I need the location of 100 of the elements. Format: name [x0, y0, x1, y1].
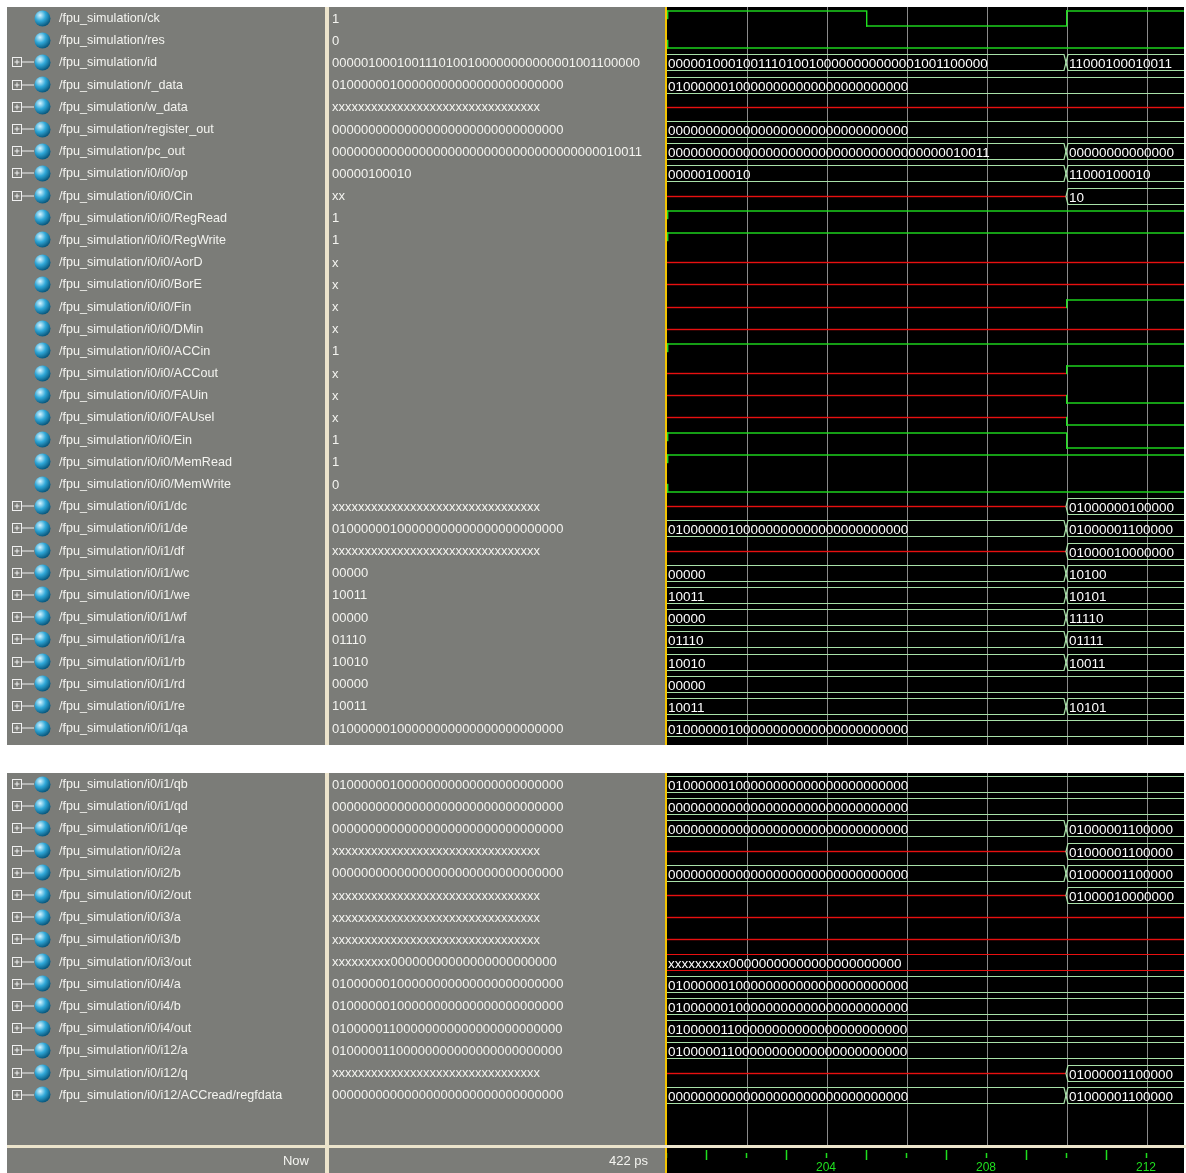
signal-name[interactable]: /fpu_simulation/i0/i1/rd: [59, 676, 185, 691]
expand-icon[interactable]: [12, 100, 34, 113]
expand-icon[interactable]: [12, 677, 34, 690]
signal-name[interactable]: /fpu_simulation/i0/i0/FAUin: [59, 388, 209, 403]
bus-value: 10011: [668, 699, 705, 715]
signal-name[interactable]: /fpu_simulation/i0/i0/RegWrite: [59, 232, 227, 247]
signal-name[interactable]: /fpu_simulation/pc_out: [59, 144, 186, 159]
signal-name[interactable]: /fpu_simulation/i0/i0/AorD: [59, 255, 203, 270]
signal-value: 00000000000000000000000000000000: [332, 865, 564, 881]
signal-name[interactable]: /fpu_simulation/i0/i3/b: [59, 932, 181, 947]
signal-name[interactable]: /fpu_simulation/i0/i1/df: [59, 543, 185, 558]
signal-icon: [34, 497, 51, 515]
signal-value: 0: [332, 32, 340, 48]
expand-icon[interactable]: [12, 844, 34, 857]
expand-icon[interactable]: [12, 889, 34, 902]
signal-name[interactable]: /fpu_simulation/i0/i1/dc: [59, 499, 188, 514]
signal-name[interactable]: /fpu_simulation/i0/i0/Fin: [59, 299, 192, 314]
signal-name[interactable]: /fpu_simulation/i0/i1/qe: [59, 821, 188, 836]
signal-icon: [34, 9, 51, 27]
signal-icon: [34, 819, 51, 837]
expand-icon[interactable]: [12, 1088, 34, 1101]
expand-icon[interactable]: [12, 822, 34, 835]
signal-icon: [34, 797, 51, 815]
signal-name[interactable]: /fpu_simulation/i0/i1/ra: [59, 632, 185, 647]
expand-icon[interactable]: [12, 145, 34, 158]
signal-name[interactable]: /fpu_simulation/i0/i1/re: [59, 698, 185, 713]
signal-name[interactable]: /fpu_simulation/i0/i12/ACCread/regfdata: [59, 1087, 283, 1102]
expand-icon[interactable]: [12, 977, 34, 990]
signal-icon: [34, 298, 51, 316]
signal-value: 1: [332, 232, 340, 248]
expand-icon[interactable]: [12, 933, 34, 946]
signal-name[interactable]: /fpu_simulation/i0/i0/RegRead: [59, 210, 228, 225]
expand-icon[interactable]: [12, 588, 34, 601]
signal-name[interactable]: /fpu_simulation/i0/i1/qa: [59, 721, 188, 736]
signal-name[interactable]: /fpu_simulation/i0/i1/de: [59, 521, 188, 536]
signal-name[interactable]: /fpu_simulation/i0/i2/out: [59, 888, 192, 903]
time-label: 212: [1136, 1160, 1156, 1173]
expand-icon[interactable]: [12, 999, 34, 1012]
expand-icon[interactable]: [12, 522, 34, 535]
signal-name[interactable]: /fpu_simulation/ck: [59, 11, 160, 26]
expand-icon[interactable]: [12, 633, 34, 646]
signal-name[interactable]: /fpu_simulation/i0/i4/a: [59, 976, 181, 991]
expand-icon[interactable]: [12, 500, 34, 513]
signal-name[interactable]: /fpu_simulation/i0/i1/rb: [59, 654, 185, 669]
bus-value: 01000001100000: [1069, 521, 1174, 537]
expand-icon[interactable]: [12, 611, 34, 624]
signal-name[interactable]: /fpu_simulation/i0/i0/FAUsel: [59, 410, 215, 425]
signal-icon: [34, 209, 51, 227]
signal-name[interactable]: /fpu_simulation/res: [59, 33, 165, 48]
bus-value: 0000010001001110100100000000000001001100000: [668, 55, 988, 71]
signal-icon: [34, 231, 51, 249]
expand-icon[interactable]: [12, 167, 34, 180]
signal-name[interactable]: /fpu_simulation/i0/i1/wf: [59, 610, 187, 625]
signal-name[interactable]: /fpu_simulation/w_data: [59, 99, 188, 114]
bus-value: 00000100010: [668, 166, 751, 182]
signal-name[interactable]: /fpu_simulation/i0/i4/b: [59, 998, 181, 1013]
signal-name[interactable]: /fpu_simulation/i0/i12/q: [59, 1065, 188, 1080]
expand-icon[interactable]: [12, 1044, 34, 1057]
signal-name[interactable]: /fpu_simulation/i0/i2/b: [59, 865, 181, 880]
expand-icon[interactable]: [12, 722, 34, 735]
signal-name[interactable]: /fpu_simulation/i0/i3/out: [59, 954, 192, 969]
signal-name[interactable]: /fpu_simulation/i0/i2/a: [59, 843, 181, 858]
signal-name[interactable]: /fpu_simulation/i0/i3/a: [59, 910, 181, 925]
expand-icon[interactable]: [12, 123, 34, 136]
signal-name[interactable]: /fpu_simulation/id: [59, 55, 157, 70]
expand-icon[interactable]: [12, 544, 34, 557]
expand-icon[interactable]: [12, 866, 34, 879]
signal-name[interactable]: /fpu_simulation/i0/i0/ACCout: [59, 366, 218, 381]
expand-icon[interactable]: [12, 655, 34, 668]
signal-name[interactable]: /fpu_simulation/i0/i0/ACCin: [59, 343, 211, 358]
expand-icon[interactable]: [12, 78, 34, 91]
expand-icon[interactable]: [12, 911, 34, 924]
signal-name[interactable]: /fpu_simulation/i0/i1/qd: [59, 799, 188, 814]
signal-name[interactable]: /fpu_simulation/i0/i0/BorE: [59, 277, 202, 292]
signal-name[interactable]: /fpu_simulation/i0/i4/out: [59, 1021, 192, 1036]
expand-icon[interactable]: [12, 1022, 34, 1035]
expand-icon[interactable]: [12, 955, 34, 968]
signal-name[interactable]: /fpu_simulation/i0/i0/DMin: [59, 321, 204, 336]
signal-name[interactable]: /fpu_simulation/i0/i1/qb: [59, 777, 188, 792]
signal-name[interactable]: /fpu_simulation/i0/i0/Cin: [59, 188, 193, 203]
expand-icon[interactable]: [12, 699, 34, 712]
signal-name[interactable]: /fpu_simulation/i0/i0/op: [59, 166, 188, 181]
signal-name[interactable]: /fpu_simulation/r_data: [59, 77, 183, 92]
signal-name[interactable]: /fpu_simulation/i0/i0/MemRead: [59, 454, 232, 469]
expand-icon[interactable]: [12, 566, 34, 579]
signal-name[interactable]: /fpu_simulation/register_out: [59, 122, 214, 137]
signal-name[interactable]: /fpu_simulation/i0/i0/MemWrite: [59, 477, 231, 492]
expand-icon[interactable]: [12, 1066, 34, 1079]
expand-icon[interactable]: [12, 800, 34, 813]
expand-icon[interactable]: [12, 778, 34, 791]
expand-icon[interactable]: [12, 56, 34, 69]
signal-name[interactable]: /fpu_simulation/i0/i1/wc: [59, 565, 190, 580]
signal-icon: [34, 564, 51, 582]
signal-name[interactable]: /fpu_simulation/i0/i0/Ein: [59, 432, 192, 447]
expand-icon[interactable]: [12, 189, 34, 202]
signal-name[interactable]: /fpu_simulation/i0/i1/we: [59, 587, 190, 602]
signal-name[interactable]: /fpu_simulation/i0/i12/a: [59, 1043, 188, 1058]
signal-icon: [34, 475, 51, 493]
time-label: 208: [976, 1160, 996, 1173]
signal-icon: [34, 997, 51, 1015]
